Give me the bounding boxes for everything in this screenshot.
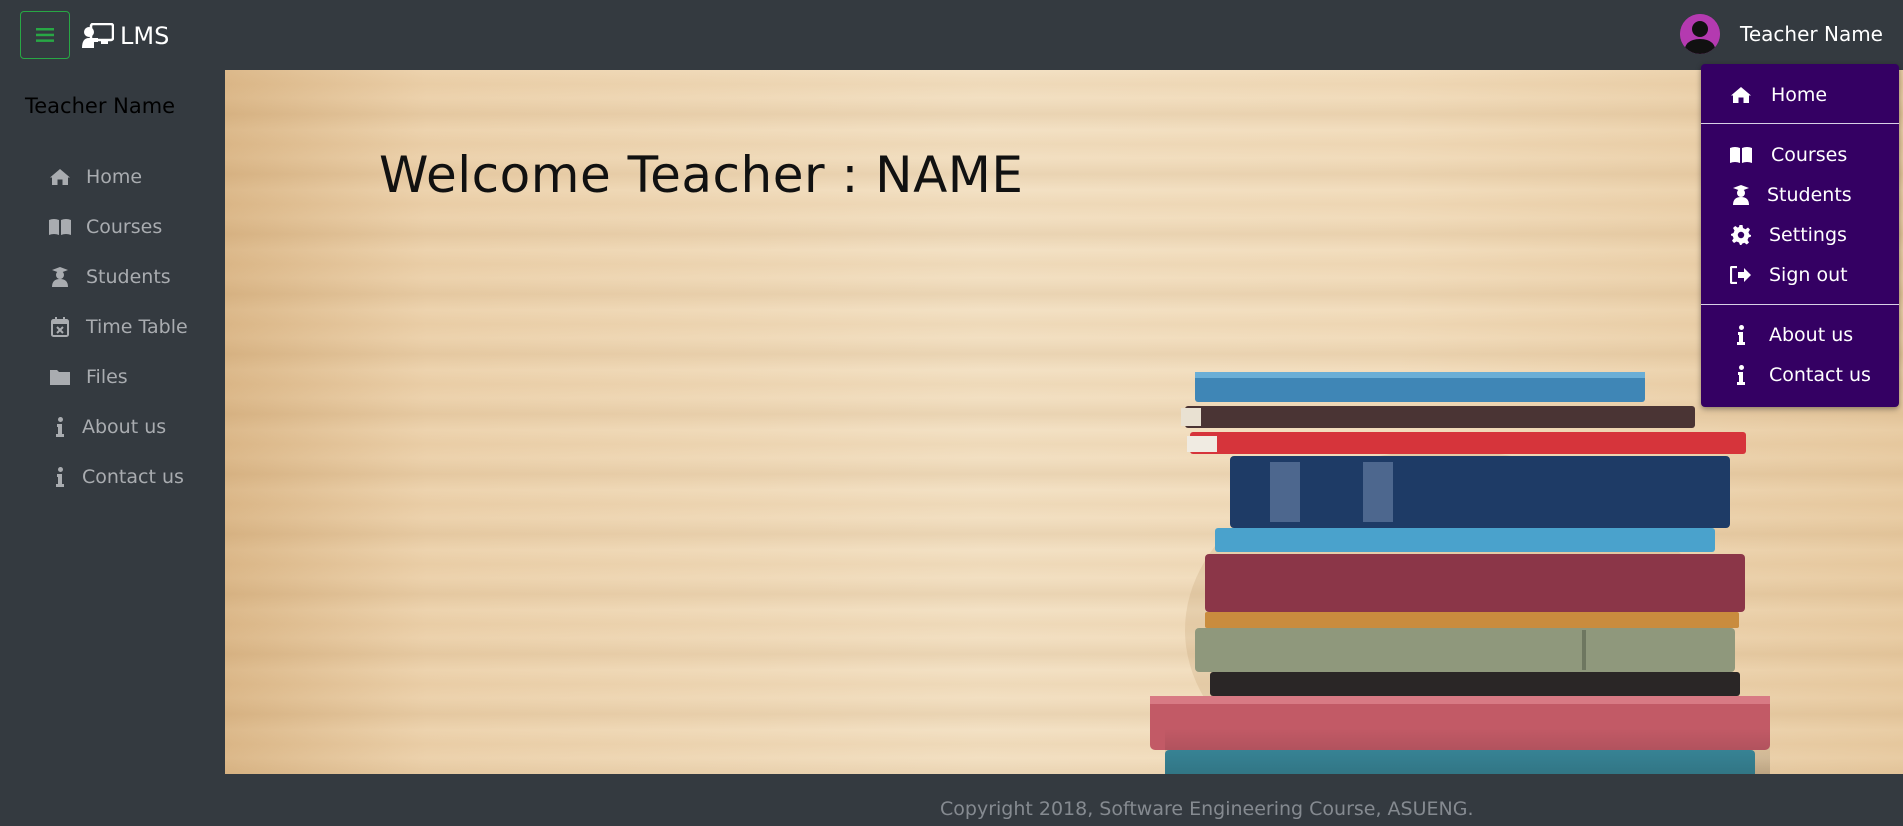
hamburger-icon — [36, 28, 54, 42]
info-icon — [48, 417, 72, 437]
sidebar: Teacher Name Home Courses Students Time … — [0, 70, 225, 774]
gear-icon — [1729, 225, 1753, 245]
avatar — [1680, 14, 1721, 54]
dropdown-item-contact-us[interactable]: Contact us — [1729, 360, 1871, 390]
info-icon — [1729, 365, 1753, 385]
sign-out-icon — [1729, 266, 1753, 284]
sidebar-item-label: Time Table — [86, 316, 188, 338]
teacher-board-icon — [82, 23, 114, 48]
calendar-icon — [48, 317, 72, 337]
welcome-heading: Welcome Teacher : NAME — [379, 146, 1024, 204]
hero-banner: Welcome Teacher : NAME — [225, 70, 1903, 774]
sidebar-user-name: Teacher Name — [25, 94, 176, 118]
dropdown-divider — [1701, 304, 1899, 305]
user-dropdown-menu: Home Courses Students Settings Sign out … — [1701, 64, 1899, 407]
brand-link[interactable]: LMS — [82, 20, 169, 52]
dropdown-item-home[interactable]: Home — [1729, 80, 1827, 110]
dropdown-item-courses[interactable]: Courses — [1729, 140, 1847, 170]
user-menu-toggle[interactable]: Teacher Name — [1680, 12, 1883, 56]
dropdown-item-label: Courses — [1771, 144, 1848, 166]
dropdown-item-about-us[interactable]: About us — [1729, 320, 1853, 350]
sidebar-item-label: Contact us — [82, 466, 184, 488]
top-navbar: LMS Teacher Name — [0, 0, 1903, 70]
sidebar-item-label: About us — [82, 416, 167, 438]
dropdown-item-label: About us — [1769, 324, 1854, 346]
sidebar-toggle-button[interactable] — [20, 11, 70, 59]
footer-copyright: Copyright 2018, Software Engineering Cou… — [940, 798, 1474, 820]
sidebar-item-label: Files — [86, 366, 128, 388]
sidebar-item-courses[interactable]: Courses — [48, 212, 162, 242]
sidebar-item-label: Students — [86, 266, 171, 288]
info-icon — [1729, 325, 1753, 345]
graduate-icon — [48, 267, 72, 287]
graduate-icon — [1729, 185, 1753, 205]
folder-icon — [48, 368, 72, 386]
home-icon — [1729, 86, 1753, 104]
dropdown-item-label: Students — [1767, 184, 1852, 206]
dropdown-item-students[interactable]: Students — [1729, 180, 1852, 210]
dropdown-item-label: Home — [1771, 84, 1828, 106]
dropdown-item-sign-out[interactable]: Sign out — [1729, 260, 1848, 290]
dropdown-item-label: Contact us — [1769, 364, 1871, 386]
sidebar-item-time-table[interactable]: Time Table — [48, 312, 188, 342]
sidebar-item-students[interactable]: Students — [48, 262, 171, 292]
navbar-user-name: Teacher Name — [1740, 22, 1883, 46]
book-icon — [48, 218, 72, 236]
dropdown-item-label: Sign out — [1769, 264, 1848, 286]
sidebar-item-files[interactable]: Files — [48, 362, 128, 392]
sidebar-item-label: Home — [86, 166, 143, 188]
sidebar-item-home[interactable]: Home — [48, 162, 142, 192]
sidebar-item-about-us[interactable]: About us — [48, 412, 166, 442]
info-icon — [48, 467, 72, 487]
dropdown-item-label: Settings — [1769, 224, 1847, 246]
user-avatar-icon — [1680, 14, 1721, 54]
dropdown-divider — [1701, 123, 1899, 124]
brand-title: LMS — [120, 22, 170, 50]
home-icon — [48, 168, 72, 186]
sidebar-item-label: Courses — [86, 216, 163, 238]
dropdown-item-settings[interactable]: Settings — [1729, 220, 1847, 250]
sidebar-item-contact-us[interactable]: Contact us — [48, 462, 184, 492]
book-icon — [1729, 146, 1753, 164]
